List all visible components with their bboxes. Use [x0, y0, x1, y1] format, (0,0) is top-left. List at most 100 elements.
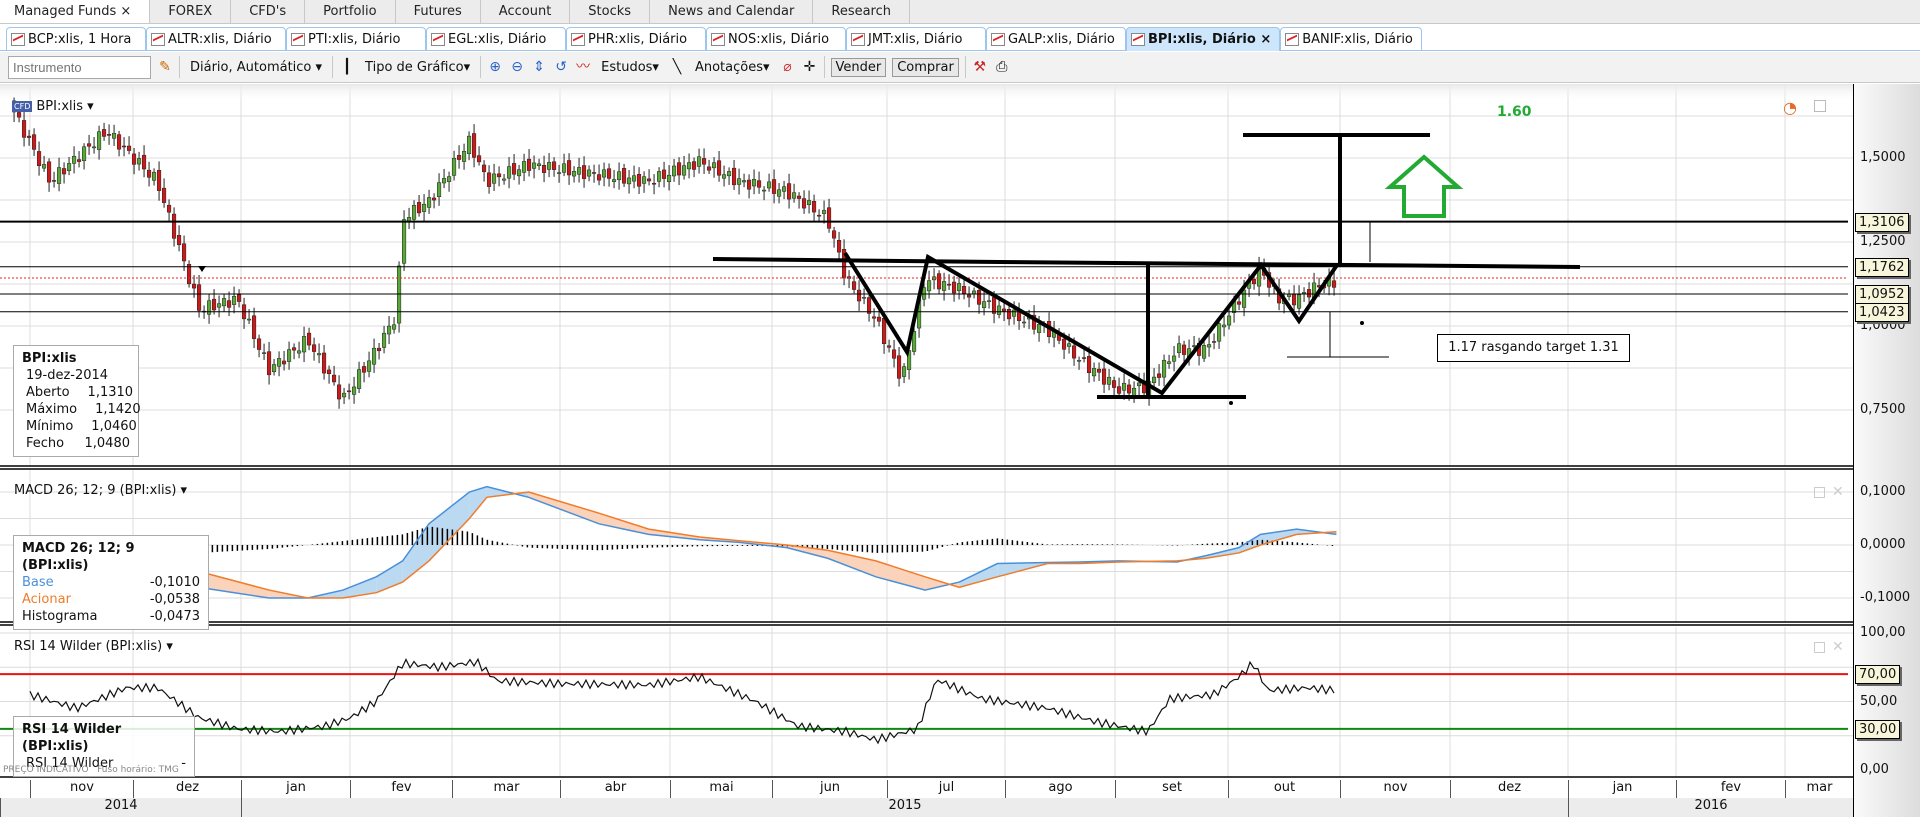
macd-axis-tick: 0,1000 — [1860, 484, 1906, 499]
footer-note: PREÇO INDICATIVO Fuso horário: TMG — [3, 765, 179, 775]
candle — [357, 369, 362, 389]
annotation-textbox[interactable]: 1.17 rasgando target 1.31 — [1437, 334, 1630, 362]
candle — [22, 120, 27, 138]
candle — [732, 167, 737, 186]
candle — [717, 160, 722, 176]
chart-canvas[interactable] — [0, 0, 1920, 817]
info-date: 19-dez-2014 — [26, 368, 109, 383]
month-label-stub — [0, 780, 30, 798]
candle — [562, 163, 567, 173]
candle — [817, 214, 822, 217]
info-label: Histograma — [22, 609, 98, 624]
info-value: -0,1010 — [149, 575, 200, 590]
candle — [117, 134, 122, 150]
candle — [487, 172, 492, 187]
candle — [247, 318, 252, 321]
rsi-level-tag[interactable]: 70,00 — [1855, 665, 1901, 685]
candle — [1067, 343, 1072, 347]
candle — [832, 230, 837, 239]
candle — [762, 189, 767, 192]
candle — [657, 171, 662, 182]
candle — [892, 349, 897, 359]
price-level-tag[interactable]: 1,0423 — [1855, 302, 1909, 322]
candle — [1002, 308, 1007, 312]
rsi-level-tag[interactable]: 30,00 — [1855, 719, 1901, 739]
candle — [672, 165, 677, 177]
candle — [112, 132, 117, 139]
candle — [427, 197, 432, 208]
rsi-axis-tick: 50,00 — [1860, 693, 1898, 709]
price-level-tag[interactable]: 1,0952 — [1855, 285, 1909, 304]
candle — [682, 165, 687, 176]
candle — [447, 176, 452, 182]
month-label: jan — [241, 780, 350, 798]
candle — [352, 386, 357, 395]
close-panel-icon[interactable]: ✕ — [1832, 484, 1844, 500]
price-panel-title[interactable]: CFD BPI:xlis ▾ — [12, 99, 94, 114]
candle — [797, 195, 802, 199]
candle — [42, 164, 47, 169]
candle — [612, 179, 617, 182]
candle — [147, 169, 152, 178]
info-value: - — [181, 756, 186, 771]
candle — [697, 156, 702, 167]
candle — [282, 360, 287, 365]
candle — [547, 162, 552, 170]
candle — [457, 155, 462, 160]
candle — [1132, 387, 1137, 396]
clock-icon[interactable]: ◔ — [1783, 98, 1797, 117]
info-value: -0,0473 — [149, 609, 200, 624]
candle — [267, 351, 272, 376]
month-label: jul — [887, 780, 1005, 798]
candle — [812, 201, 817, 213]
candle — [857, 289, 862, 302]
macd-info-box: MACD 26; 12; 9 (BPI:xlis) Base -0,1010 Aci… — [13, 535, 209, 630]
candle — [52, 180, 57, 182]
candle — [1237, 301, 1242, 305]
candle — [1082, 357, 1087, 359]
candle — [1202, 345, 1207, 359]
candle — [1122, 382, 1127, 391]
candle — [97, 131, 102, 150]
candle — [877, 316, 882, 322]
rsi-panel-title[interactable]: RSI 14 Wilder (BPI:xlis) ▾ — [14, 639, 173, 654]
candle — [987, 300, 992, 302]
candle — [467, 135, 472, 154]
close-panel-icon[interactable]: ✕ — [1832, 639, 1844, 655]
year-label: 2016 — [1568, 798, 1853, 817]
maximize-panel-icon[interactable] — [1814, 100, 1826, 112]
price-level-tag[interactable]: 1,1762 — [1855, 257, 1909, 277]
price-level-tag[interactable]: 1,3106 — [1855, 212, 1909, 232]
candle — [312, 344, 317, 352]
candle — [947, 283, 952, 286]
candle — [1112, 380, 1117, 388]
candle — [317, 353, 322, 356]
year-label: 2014 — [0, 798, 241, 817]
candle — [632, 175, 637, 182]
candle — [502, 178, 507, 181]
candle — [627, 177, 632, 185]
candle — [692, 161, 697, 170]
year-label: 2015 — [241, 798, 1568, 817]
maximize-panel-icon[interactable] — [1814, 642, 1825, 653]
candle — [827, 207, 832, 229]
candle — [327, 369, 332, 374]
month-label: fev — [1676, 780, 1785, 798]
info-label: Base — [22, 575, 54, 590]
month-label: mai — [670, 780, 772, 798]
maximize-panel-icon[interactable] — [1814, 487, 1825, 498]
candle — [1127, 384, 1132, 394]
info-value: 1,0480 — [84, 436, 131, 451]
candle — [337, 384, 342, 400]
info-value: 1,1420 — [95, 402, 141, 417]
month-label: mar — [452, 780, 560, 798]
candle — [702, 158, 707, 165]
candle — [87, 143, 92, 147]
info-row: Aberto 1,1310 — [26, 384, 133, 401]
macd-panel-title[interactable]: MACD 26; 12; 9 (BPI:xlis) ▾ — [14, 483, 187, 498]
candle — [977, 290, 982, 305]
candle — [872, 316, 877, 319]
candle — [1162, 359, 1167, 378]
candle — [752, 179, 757, 187]
marker-triangle — [198, 266, 206, 272]
